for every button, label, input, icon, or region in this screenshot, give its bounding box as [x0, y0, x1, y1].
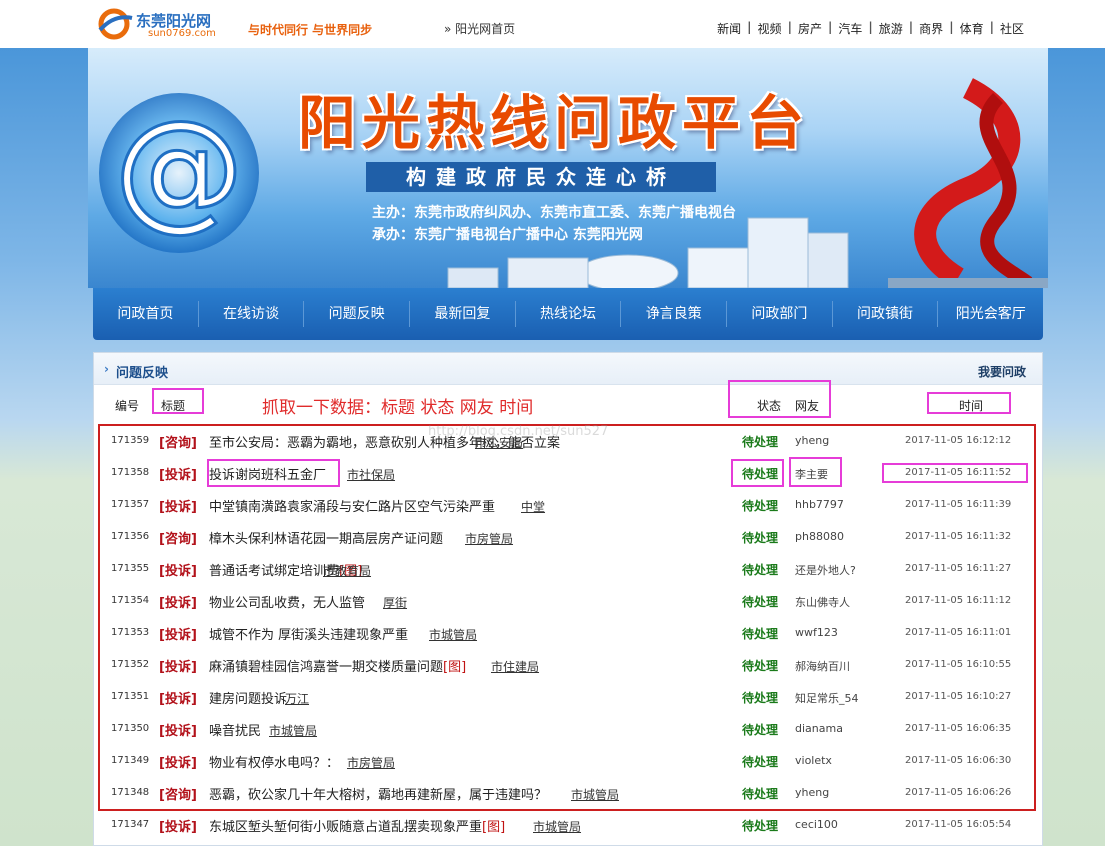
svg-text:@: @: [114, 92, 244, 244]
topnav-auto[interactable]: 汽车: [832, 20, 868, 37]
row-status: 待处理: [742, 819, 779, 833]
red-sculpture-image: [888, 78, 1048, 288]
topnav-realestate[interactable]: 房产: [792, 20, 828, 37]
banner-subtitle: 构建政府民众连心桥: [366, 162, 716, 192]
nav-issue-report[interactable]: 问题反映: [304, 301, 411, 327]
breadcrumb-home-link[interactable]: » 阳光网首页: [444, 20, 515, 37]
top-bar: 东莞阳光网 sun0769.com 与时代同行 与世界同步 » 阳光网首页 新闻…: [0, 0, 1105, 48]
at-sign-globe-icon: @: [99, 91, 259, 253]
nav-latest-reply[interactable]: 最新回复: [410, 301, 516, 327]
highlight-data-region: [98, 424, 1036, 811]
slogan: 与时代同行 与世界同步: [248, 23, 373, 37]
topnav-video[interactable]: 视频: [752, 20, 788, 37]
banner-organizer-text: 承办：东莞广播电视台广播中心 东莞阳光网: [372, 227, 643, 243]
nav-hotline-forum[interactable]: 热线论坛: [516, 301, 622, 327]
chevron-right-icon: ›: [104, 362, 109, 376]
ask-question-link[interactable]: 我要问政: [978, 363, 1026, 380]
nav-reception-room[interactable]: 阳光会客厅: [938, 301, 1043, 327]
nav-online-interview[interactable]: 在线访谈: [199, 301, 305, 327]
nav-departments[interactable]: 问政部门: [727, 301, 833, 327]
topnav-community[interactable]: 社区: [994, 20, 1030, 37]
banner-title: 阳光热线问政平台: [298, 89, 811, 157]
sun-logo-icon: [98, 8, 133, 40]
topnav-travel[interactable]: 旅游: [873, 20, 909, 37]
highlight-title-header: [152, 388, 204, 414]
banner: @ 阳光热线问政平台 构建政府民众连心桥 主办：东莞市政府纠风办、东莞市直工委、…: [88, 48, 1048, 288]
panel-header: › 问题反映 我要问政: [94, 353, 1042, 385]
row-title-text: 东城区堑头堑何街小贩随意占道乱摆卖现象严重: [209, 820, 483, 835]
logo-domain: sun0769.com: [148, 28, 216, 39]
row-user: ceci100: [795, 818, 838, 831]
main-nav: 问政首页 在线访谈 问题反映 最新回复 热线论坛 诤言良策 问政部门 问政镇街 …: [93, 288, 1043, 340]
topnav-news[interactable]: 新闻: [711, 20, 747, 37]
nav-home[interactable]: 问政首页: [93, 301, 199, 327]
annotation-note: 抓取一下数据：标题 状态 网友 时间: [262, 398, 534, 418]
topnav-business[interactable]: 商界: [913, 20, 949, 37]
panel-title: 问题反映: [116, 366, 169, 381]
nav-towns[interactable]: 问政镇街: [833, 301, 939, 327]
top-nav: 新闻 | 视频 | 房产 | 汽车 | 旅游 | 商界 | 体育 | 社区: [711, 20, 1030, 37]
highlight-status-user-header: [728, 380, 831, 418]
row-time: 2017-11-05 16:05:54: [905, 819, 1012, 830]
row-title-link[interactable]: 东城区堑头堑何街小贩随意占道乱摆卖现象严重[图]: [209, 816, 505, 835]
table-row: 171347 [投诉] 东城区堑头堑何街小贩随意占道乱摆卖现象严重[图] 市城管局 待处…: [93, 808, 1043, 840]
banner-host-text: 主办：东莞市政府纠风办、东莞市直工委、东莞广播电视台: [372, 205, 736, 221]
row-image-mark: [图]: [482, 820, 506, 835]
col-header-id: 编号: [115, 399, 140, 413]
site-logo[interactable]: 东莞阳光网 sun0769.com: [96, 8, 236, 42]
row-department-link[interactable]: 市城管局: [533, 818, 581, 835]
row-category-tag: [投诉]: [159, 820, 197, 835]
highlight-time-header: [927, 392, 1011, 414]
watermark: http://blog.csdn.net/sun527: [428, 424, 609, 439]
row-id: 171347: [111, 819, 150, 830]
topnav-sports[interactable]: 体育: [954, 20, 990, 37]
nav-advice[interactable]: 诤言良策: [621, 301, 728, 327]
